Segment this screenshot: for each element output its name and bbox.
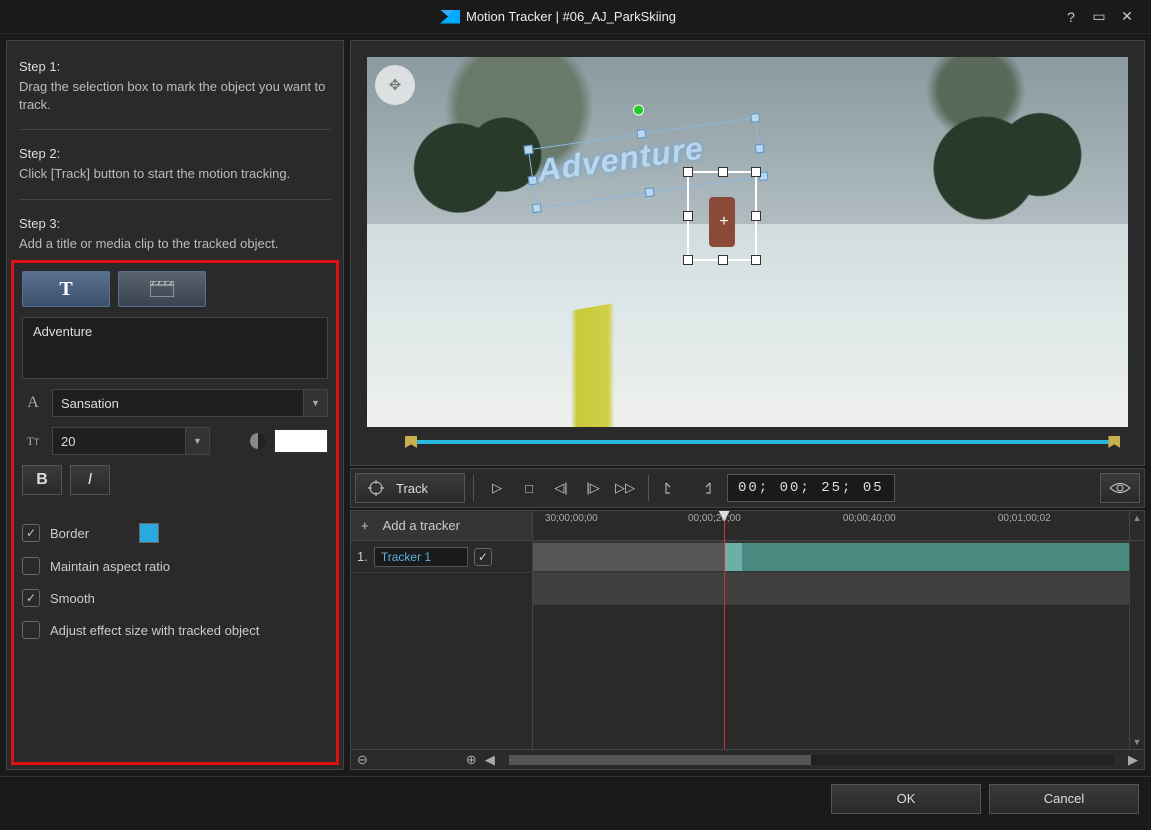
title-options-panel: T Adventure A Sansation ▼ TT 20 ▼ (11, 260, 339, 765)
timeline-vertical-scrollbar[interactable]: ▼ (1129, 541, 1144, 749)
media-tab[interactable] (118, 271, 206, 307)
help-button[interactable]: ? (1057, 9, 1085, 25)
aspect-ratio-checkbox[interactable] (22, 557, 40, 575)
prev-frame-button[interactable]: ◁| (546, 473, 576, 503)
timeline-scroll-up[interactable]: ▲ (1129, 511, 1144, 540)
tracked-region[interactable] (724, 543, 1129, 571)
text-tab[interactable]: T (22, 271, 110, 307)
tracker-row-header: 1. Tracker 1 (351, 541, 532, 573)
play-button[interactable]: ▷ (482, 473, 512, 503)
border-label: Border (50, 526, 89, 541)
text-color-swatch[interactable] (274, 429, 328, 453)
mark-in-button[interactable] (657, 473, 687, 503)
titlebar: Motion Tracker | #06_AJ_ParkSkiing ? ▭ ✕ (0, 0, 1151, 34)
chevron-down-icon: ▼ (185, 428, 209, 454)
timeline-panel: + Add a tracker 30;00;00;00 00;00;20;00 … (350, 510, 1145, 770)
preview-canvas[interactable]: ✥ Adventure + (367, 57, 1128, 427)
font-family-select[interactable]: Sansation ▼ (52, 389, 328, 417)
title-text-input[interactable]: Adventure (22, 317, 328, 379)
mark-out-button[interactable] (689, 473, 719, 503)
italic-button[interactable]: I (70, 465, 110, 495)
smooth-label: Smooth (50, 591, 95, 606)
step-2-text: Click [Track] button to start the motion… (19, 165, 331, 183)
font-size-icon: TT (22, 434, 44, 449)
stop-button[interactable]: □ (514, 473, 544, 503)
tracker-enable-checkbox[interactable] (474, 548, 492, 566)
adjust-size-checkbox[interactable] (22, 621, 40, 639)
transport-bar: Track ▷ □ ◁| |▷ ▷▷ 00; 00; 25; 05 (350, 468, 1145, 508)
target-icon (368, 480, 384, 496)
add-tracker-button[interactable]: + Add a tracker (351, 511, 533, 540)
scroll-left-button[interactable]: ◀ (485, 752, 495, 768)
step-3: Step 3: Add a title or media clip to the… (19, 210, 331, 259)
step-2: Step 2: Click [Track] button to start th… (19, 140, 331, 189)
step-1: Step 1: Drag the selection box to mark t… (19, 53, 331, 119)
font-size-select[interactable]: 20 ▼ (52, 427, 210, 455)
aspect-ratio-label: Maintain aspect ratio (50, 559, 170, 574)
tracker-index: 1. (357, 549, 368, 564)
untracked-region[interactable] (533, 543, 724, 571)
app-logo-icon (440, 10, 460, 24)
border-color-swatch[interactable] (139, 523, 159, 543)
step-1-text: Drag the selection box to mark the objec… (19, 78, 331, 113)
tracker-name-input[interactable]: Tracker 1 (374, 547, 468, 567)
preview-scrub-bar[interactable] (367, 435, 1128, 449)
in-point-handle[interactable] (405, 436, 417, 448)
playhead[interactable] (724, 511, 725, 749)
preview-quality-button[interactable] (1100, 473, 1140, 503)
close-button[interactable]: ✕ (1113, 8, 1141, 25)
adjust-size-label: Adjust effect size with tracked object (50, 623, 259, 638)
plus-icon: + (361, 518, 369, 533)
left-panel: Step 1: Drag the selection box to mark t… (6, 40, 344, 770)
eye-icon (1109, 481, 1131, 495)
font-icon: A (22, 394, 44, 412)
zoom-out-button[interactable]: ⊖ (357, 752, 368, 768)
step-1-label: Step 1: (19, 59, 331, 74)
smooth-checkbox[interactable] (22, 589, 40, 607)
step-3-label: Step 3: (19, 216, 331, 231)
dialog-footer: OK Cancel (0, 776, 1151, 820)
bold-button[interactable]: B (22, 465, 62, 495)
ok-button[interactable]: OK (831, 784, 981, 814)
timeline-ruler[interactable]: 30;00;00;00 00;00;20;00 00;00;40;00 00;0… (533, 511, 1129, 540)
tracking-selection-box[interactable]: + (687, 171, 757, 261)
maximize-button[interactable]: ▭ (1085, 8, 1113, 25)
pan-control-icon[interactable]: ✥ (375, 65, 415, 105)
chevron-down-icon: ▼ (303, 390, 327, 416)
track-button[interactable]: Track (355, 473, 465, 503)
timeline-track-area[interactable] (533, 541, 1129, 749)
scroll-right-button[interactable]: ▶ (1128, 752, 1138, 768)
window-title: Motion Tracker | #06_AJ_ParkSkiing (466, 9, 676, 24)
crosshair-icon: + (719, 213, 728, 231)
contrast-icon (250, 433, 266, 449)
clapboard-icon (150, 281, 174, 297)
step-3-text: Add a title or media clip to the tracked… (19, 235, 331, 253)
step-2-label: Step 2: (19, 146, 331, 161)
next-frame-button[interactable]: |▷ (578, 473, 608, 503)
cancel-button[interactable]: Cancel (989, 784, 1139, 814)
timeline-horizontal-scrollbar[interactable] (509, 755, 1114, 765)
border-checkbox[interactable] (22, 524, 40, 542)
fast-forward-button[interactable]: ▷▷ (610, 473, 640, 503)
zoom-in-button[interactable]: ⊕ (466, 752, 477, 768)
out-point-handle[interactable] (1108, 436, 1120, 448)
preview-container: ✥ Adventure + (350, 40, 1145, 466)
timecode-display[interactable]: 00; 00; 25; 05 (727, 474, 895, 502)
